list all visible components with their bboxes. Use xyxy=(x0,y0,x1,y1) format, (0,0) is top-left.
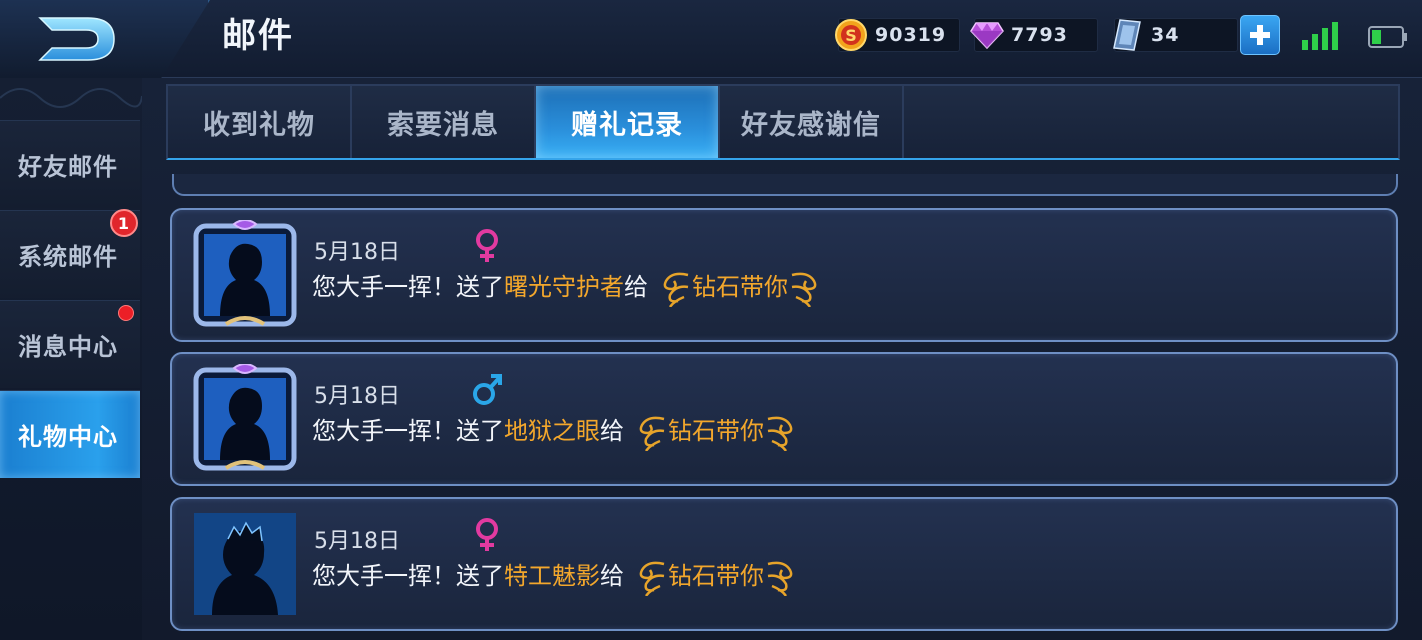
message-to: 给 xyxy=(600,562,624,590)
sidebar-item-gift-center[interactable]: 礼物中心 xyxy=(0,390,140,478)
tab-friend-thanks[interactable]: 好友感谢信 xyxy=(720,86,904,158)
diamond-icon xyxy=(969,17,1005,53)
voucher-card-icon xyxy=(1109,17,1145,53)
battery-icon xyxy=(1368,26,1407,48)
message-to: 给 xyxy=(600,417,624,445)
friend-name: 钻石带你 xyxy=(692,273,788,301)
record-date: 5月18日 xyxy=(314,529,400,554)
svg-text:S: S xyxy=(845,26,857,45)
diamond-counter: 7793 xyxy=(970,18,1098,52)
notification-dot xyxy=(118,305,134,321)
unread-count-badge: 1 xyxy=(110,209,138,237)
record-date: 5月18日 xyxy=(314,240,400,265)
tab-label: 赠礼记录 xyxy=(571,109,683,141)
message-prefix: 您大手一挥！送了 xyxy=(312,562,504,590)
voucher-counter: 34 xyxy=(1113,18,1238,52)
add-currency-button[interactable] xyxy=(1240,15,1280,55)
record-date: 5月18日 xyxy=(314,384,400,409)
avatar-framed xyxy=(193,364,297,471)
main-panel: 收到礼物 索要消息 赠礼记录 好友感谢信 5月18日 您大手一挥！送了 曙光守护… xyxy=(142,78,1422,640)
avatar xyxy=(194,513,296,615)
flourish-right-icon xyxy=(767,416,793,451)
gold-counter: S 90319 xyxy=(835,18,960,52)
gift-record-row[interactable]: 5月18日 您大手一挥！送了 曙光守护者 给 钻石带你 xyxy=(170,208,1398,342)
sidebar-item-system-mail[interactable]: 系统邮件 1 xyxy=(0,209,140,298)
gift-record-row[interactable]: 5月18日 您大手一挥！送了 特工魅影 给 钻石带你 xyxy=(170,497,1398,631)
diamond-value: 7793 xyxy=(1011,24,1068,46)
tab-label: 收到礼物 xyxy=(203,109,315,141)
gold-coin-icon: S xyxy=(833,17,869,53)
female-icon xyxy=(476,229,498,262)
sidebar-item-label: 好友邮件 xyxy=(18,153,118,181)
flourish-right-icon xyxy=(767,561,793,596)
tab-label: 好友感谢信 xyxy=(741,109,881,141)
record-message: 您大手一挥！送了 地狱之眼 给 钻石带你 xyxy=(312,414,808,451)
tab-label: 索要消息 xyxy=(387,109,499,141)
friend-name: 钻石带你 xyxy=(668,562,764,590)
record-message: 您大手一挥！送了 曙光守护者 给 钻石带你 xyxy=(312,270,832,307)
voucher-value: 34 xyxy=(1151,24,1180,46)
page-title: 邮件 xyxy=(222,16,294,56)
signal-icon xyxy=(1302,22,1338,50)
flourish-left-icon xyxy=(639,561,665,596)
sidebar-item-message-center[interactable]: 消息中心 xyxy=(0,300,140,388)
message-prefix: 您大手一挥！送了 xyxy=(312,273,504,301)
gold-value: 90319 xyxy=(875,24,947,46)
message-prefix: 您大手一挥！送了 xyxy=(312,417,504,445)
sidebar-item-label: 消息中心 xyxy=(18,333,118,361)
friend-name: 钻石带你 xyxy=(668,417,764,445)
tab-received-gifts[interactable]: 收到礼物 xyxy=(168,86,352,158)
record-message: 您大手一挥！送了 特工魅影 给 钻石带你 xyxy=(312,559,808,596)
gift-item-name: 地狱之眼 xyxy=(504,417,600,445)
flourish-left-icon xyxy=(639,416,665,451)
tab-bar: 收到礼物 索要消息 赠礼记录 好友感谢信 xyxy=(166,84,1400,160)
left-sidebar: 好友邮件 系统邮件 1 消息中心 礼物中心 xyxy=(0,78,142,640)
gift-record-row[interactable]: 5月18日 您大手一挥！送了 地狱之眼 给 钻石带你 xyxy=(170,352,1398,486)
sidebar-ornament xyxy=(0,88,142,108)
tab-request-messages[interactable]: 索要消息 xyxy=(352,86,536,158)
flourish-right-icon xyxy=(791,272,817,307)
back-arrow-icon[interactable] xyxy=(30,12,122,66)
sidebar-item-friend-mail[interactable]: 好友邮件 xyxy=(0,120,140,208)
avatar-framed xyxy=(193,220,297,327)
tab-gift-records[interactable]: 赠礼记录 xyxy=(536,86,720,158)
sidebar-item-label: 系统邮件 xyxy=(18,243,118,271)
male-icon xyxy=(473,374,502,405)
list-item-partial xyxy=(172,174,1398,196)
gift-item-name: 特工魅影 xyxy=(504,562,600,590)
message-to: 给 xyxy=(624,273,648,301)
sidebar-item-label: 礼物中心 xyxy=(18,423,118,451)
gift-item-name: 曙光守护者 xyxy=(504,273,624,301)
flourish-left-icon xyxy=(663,272,689,307)
plus-icon xyxy=(1250,25,1270,45)
top-bar: 邮件 S 90319 7793 34 xyxy=(0,0,1422,84)
female-icon xyxy=(476,518,498,551)
